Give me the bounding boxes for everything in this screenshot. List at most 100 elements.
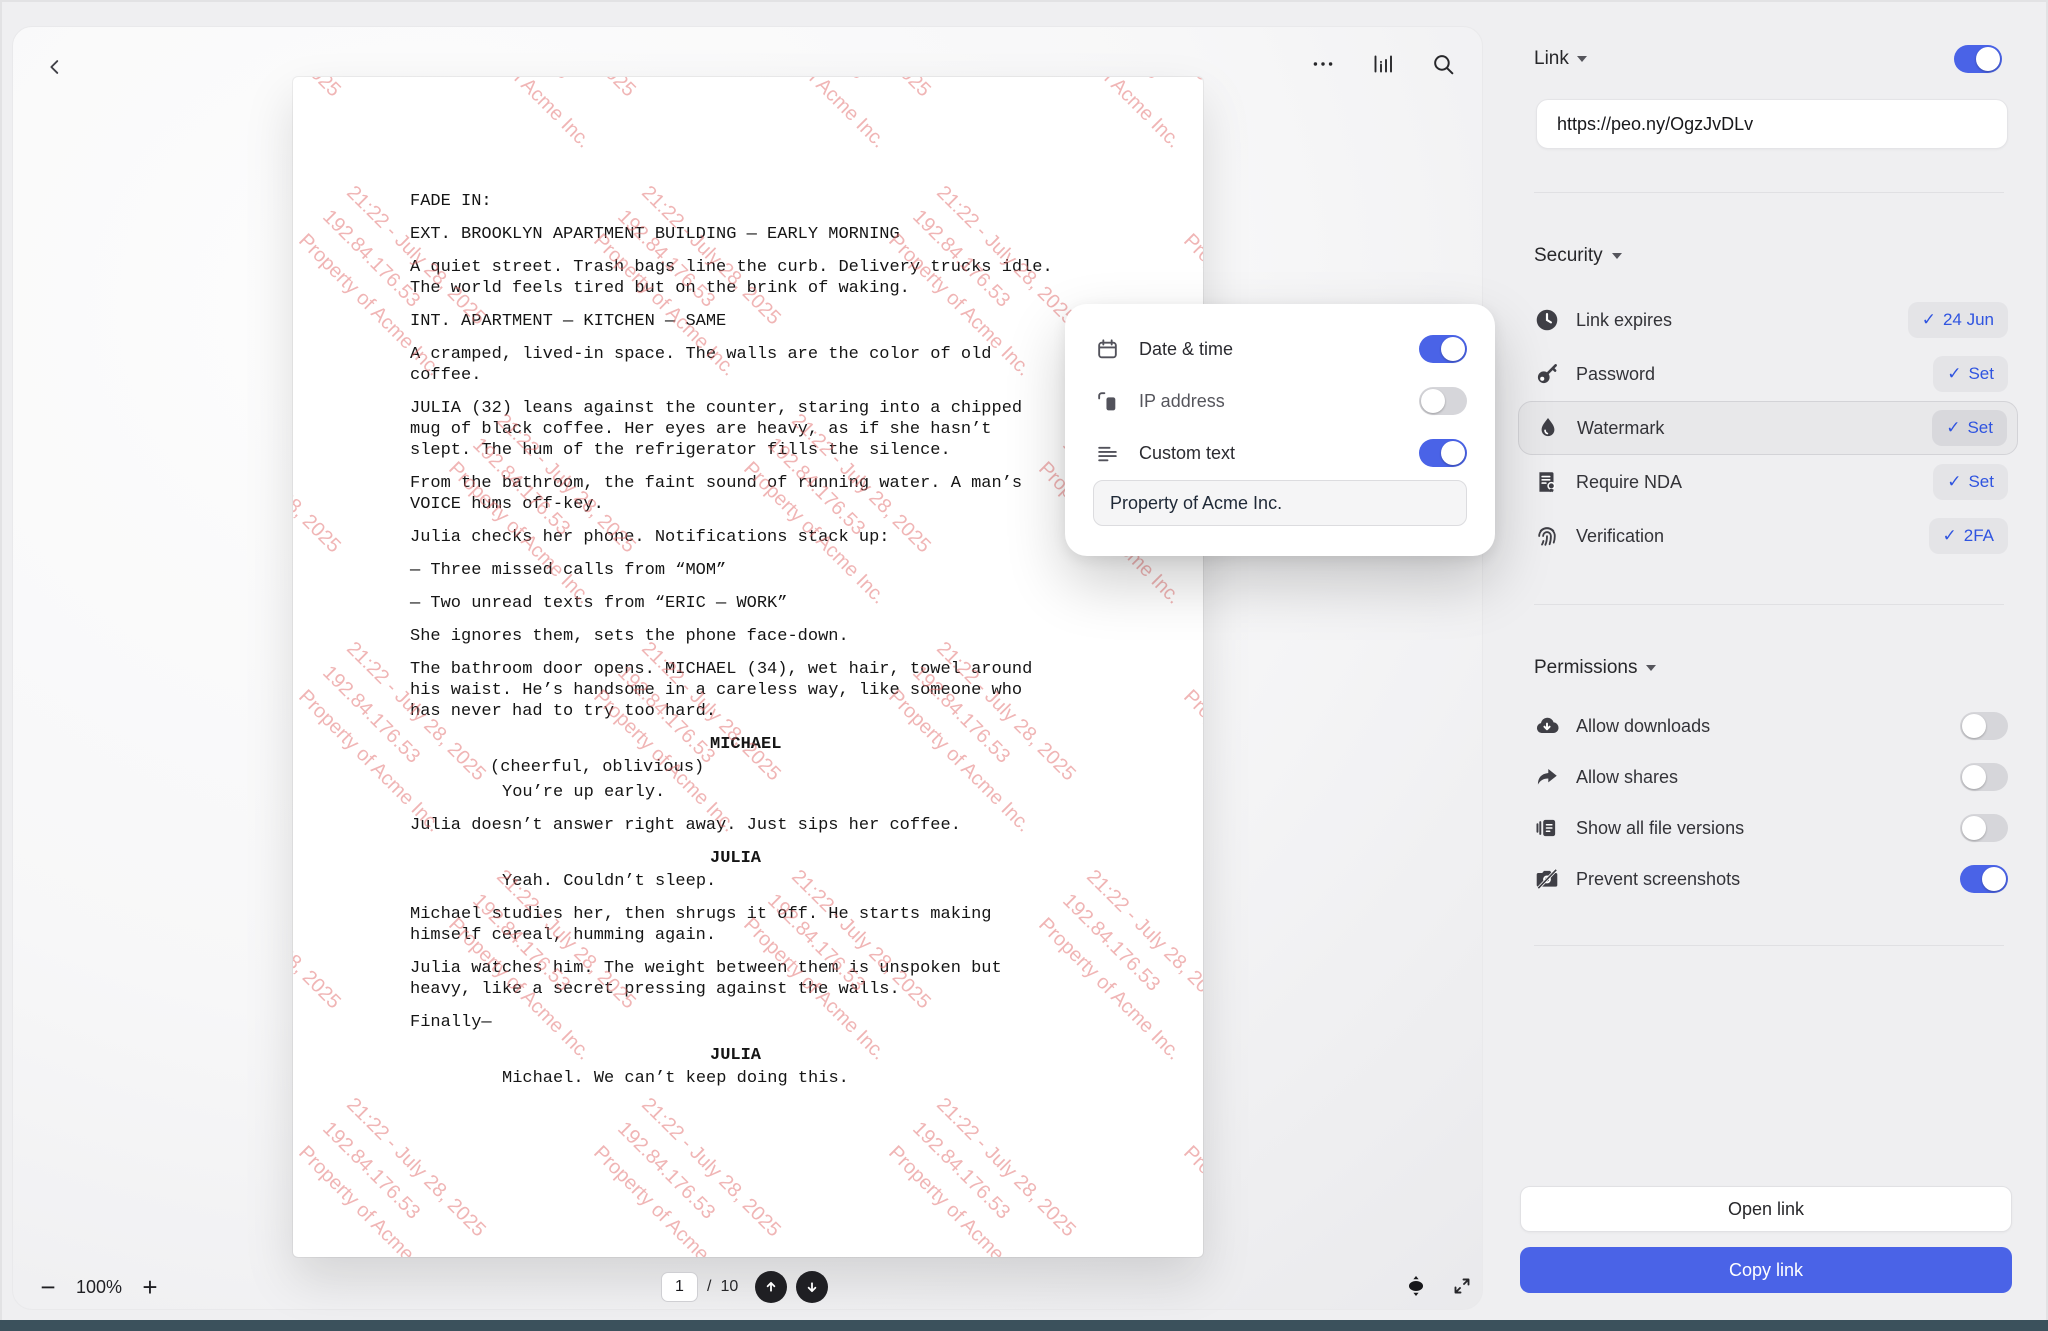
security-row-label: Password [1576,364,1933,385]
script-action-block: She ignores them, sets the phone face-do… [410,626,1130,647]
share-icon [1534,764,1560,790]
page-navigation: / 10 [661,1269,828,1305]
fullscreen-button[interactable] [1447,1271,1477,1301]
security-row-require-nda[interactable]: Require NDA ✓Set [1518,455,2018,509]
status-badge: ✓Set [1932,410,2007,446]
document-viewer-panel: FADE IN:EXT. BROOKLYN APARTMENT BUILDING… [12,26,1483,1310]
security-row-password[interactable]: Password ✓Set [1518,347,2018,401]
security-row-label: Link expires [1576,310,1908,331]
link-section-title: Link [1534,48,1569,70]
security-row-watermark[interactable]: Watermark ✓Set [1518,401,2018,455]
script-action-block: Michael studies her, then shrugs it off.… [410,904,1130,946]
expand-icon [1450,1274,1474,1298]
popup-row-label: Date & time [1139,339,1419,360]
copy-link-button[interactable]: Copy link [1520,1247,2012,1293]
caret-down-icon [1646,665,1656,671]
check-icon: ✓ [1947,364,1961,384]
watermark-tile: 21:22 - July 28, 2025192.84.176.53Proper… [1175,633,1203,840]
watermark-settings-popup: Date & time IP address Custom text [1065,304,1495,556]
allow-downloads-toggle[interactable] [1960,712,2008,740]
script-dialog-block: Yeah. Couldn’t sleep. [410,871,1130,892]
watermark-tile: 21:22 - July 28, 2025192.84.176.53Proper… [735,77,942,157]
clock-icon [1534,307,1560,333]
arrow-up-icon [762,1278,780,1296]
app-window: FADE IN:EXT. BROOKLYN APARTMENT BUILDING… [0,0,2048,1331]
previous-page-button[interactable] [755,1271,787,1303]
script-paren-block: (cheerful, oblivious) [410,757,1130,778]
allow-shares-toggle[interactable] [1960,763,2008,791]
watermark-tile: 21:22 - July 28, 2025192.84.176.53Proper… [1175,1089,1203,1257]
script-scene-block: EXT. BROOKLYN APARTMENT BUILDING — EARLY… [410,224,1130,245]
status-badge: ✓2FA [1929,518,2009,554]
security-row-label: Require NDA [1576,472,1933,493]
search-icon [1431,52,1456,77]
screenplay-text: FADE IN:EXT. BROOKLYN APARTMENT BUILDING… [410,191,1130,1101]
zoom-level: 100% [67,1277,131,1298]
search-button[interactable] [1424,45,1462,83]
permission-row-label: Allow shares [1576,767,1960,788]
calendar-icon [1095,336,1123,362]
ellipsis-icon [1310,51,1336,77]
link-section-header[interactable]: Link [1534,48,1587,70]
bar-chart-icon [1371,52,1395,76]
script-character-block: JULIA [410,1045,1130,1066]
script-action-block: Julia watches him. The weight between th… [410,958,1130,1000]
prevent-screenshots-toggle[interactable] [1960,865,2008,893]
cloud-download-icon [1534,713,1560,739]
view-mode-controls [1401,1271,1477,1301]
permission-row-allow-downloads: Allow downloads [1518,701,2018,751]
script-action-block: Julia doesn’t answer right away. Just si… [410,815,1130,836]
permission-row-show-all-file-versions: Show all file versions [1518,803,2018,853]
check-icon: ✓ [1943,526,1957,546]
check-icon: ✓ [1947,472,1961,492]
scroll-mode-button[interactable] [1401,1271,1431,1301]
script-character-block: MICHAEL [410,734,1130,755]
share-url-input[interactable] [1536,99,2008,149]
security-section-header[interactable]: Security [1534,245,1622,267]
fingerprint-icon [1534,523,1560,549]
permission-row-label: Show all file versions [1576,818,1960,839]
popup-row-ip-address: IP address [1095,385,1467,417]
security-section-title: Security [1534,245,1603,267]
check-icon: ✓ [1946,418,1960,438]
zoom-in-button[interactable]: + [131,1268,169,1306]
permission-row-label: Prevent screenshots [1576,869,1960,890]
window-bottom-edge [0,1320,2048,1331]
divider [1534,604,2004,605]
date-time-toggle[interactable] [1419,335,1467,363]
security-row-verification[interactable]: Verification ✓2FA [1518,509,2018,563]
analytics-button[interactable] [1364,45,1402,83]
custom-text-icon [1095,440,1123,466]
watermark-tile: 21:22 - July 28, 2025192.84.176.53Proper… [293,405,352,612]
watermark-tile: 21:22 - July 28, 2025192.84.176.53Proper… [880,1089,1087,1257]
watermark-tile: 21:22 - July 28, 2025192.84.176.53Proper… [293,77,352,157]
zoom-controls: − 100% + [29,1267,169,1307]
link-enabled-toggle[interactable] [1954,45,2002,73]
script-action-block: From the bathroom, the faint sound of ru… [410,473,1130,515]
ip-address-icon [1095,388,1123,414]
page-number-input[interactable] [661,1272,698,1302]
watermark-tile: 21:22 - July 28, 2025192.84.176.53Proper… [293,861,352,1068]
back-button[interactable] [35,47,75,87]
ip-address-toggle[interactable] [1419,387,1467,415]
popup-row-date-time: Date & time [1095,333,1467,365]
zoom-out-button[interactable]: − [29,1268,67,1306]
show-all-file-versions-toggle[interactable] [1960,814,2008,842]
popup-row-label: Custom text [1139,443,1419,464]
link-settings-sidebar: Link Security Link expires ✓24 Jun Passw… [1518,0,2018,1331]
custom-watermark-text-input[interactable] [1093,480,1467,526]
security-row-link-expires[interactable]: Link expires ✓24 Jun [1518,293,2018,347]
permission-row-prevent-screenshots: Prevent screenshots [1518,854,2018,904]
scroll-wheel-icon [1403,1273,1429,1299]
back-chevron-icon [44,56,66,78]
script-action-block: Finally— [410,1012,1130,1033]
permission-row-allow-shares: Allow shares [1518,752,2018,802]
script-action-block: — Three missed calls from “MOM” [410,560,1130,581]
divider [1534,192,2004,193]
popup-row-custom-text: Custom text [1095,437,1467,469]
open-link-button[interactable]: Open link [1520,1186,2012,1232]
next-page-button[interactable] [796,1271,828,1303]
custom-text-toggle[interactable] [1419,439,1467,467]
permissions-section-header[interactable]: Permissions [1534,657,1656,679]
more-options-button[interactable] [1304,45,1342,83]
